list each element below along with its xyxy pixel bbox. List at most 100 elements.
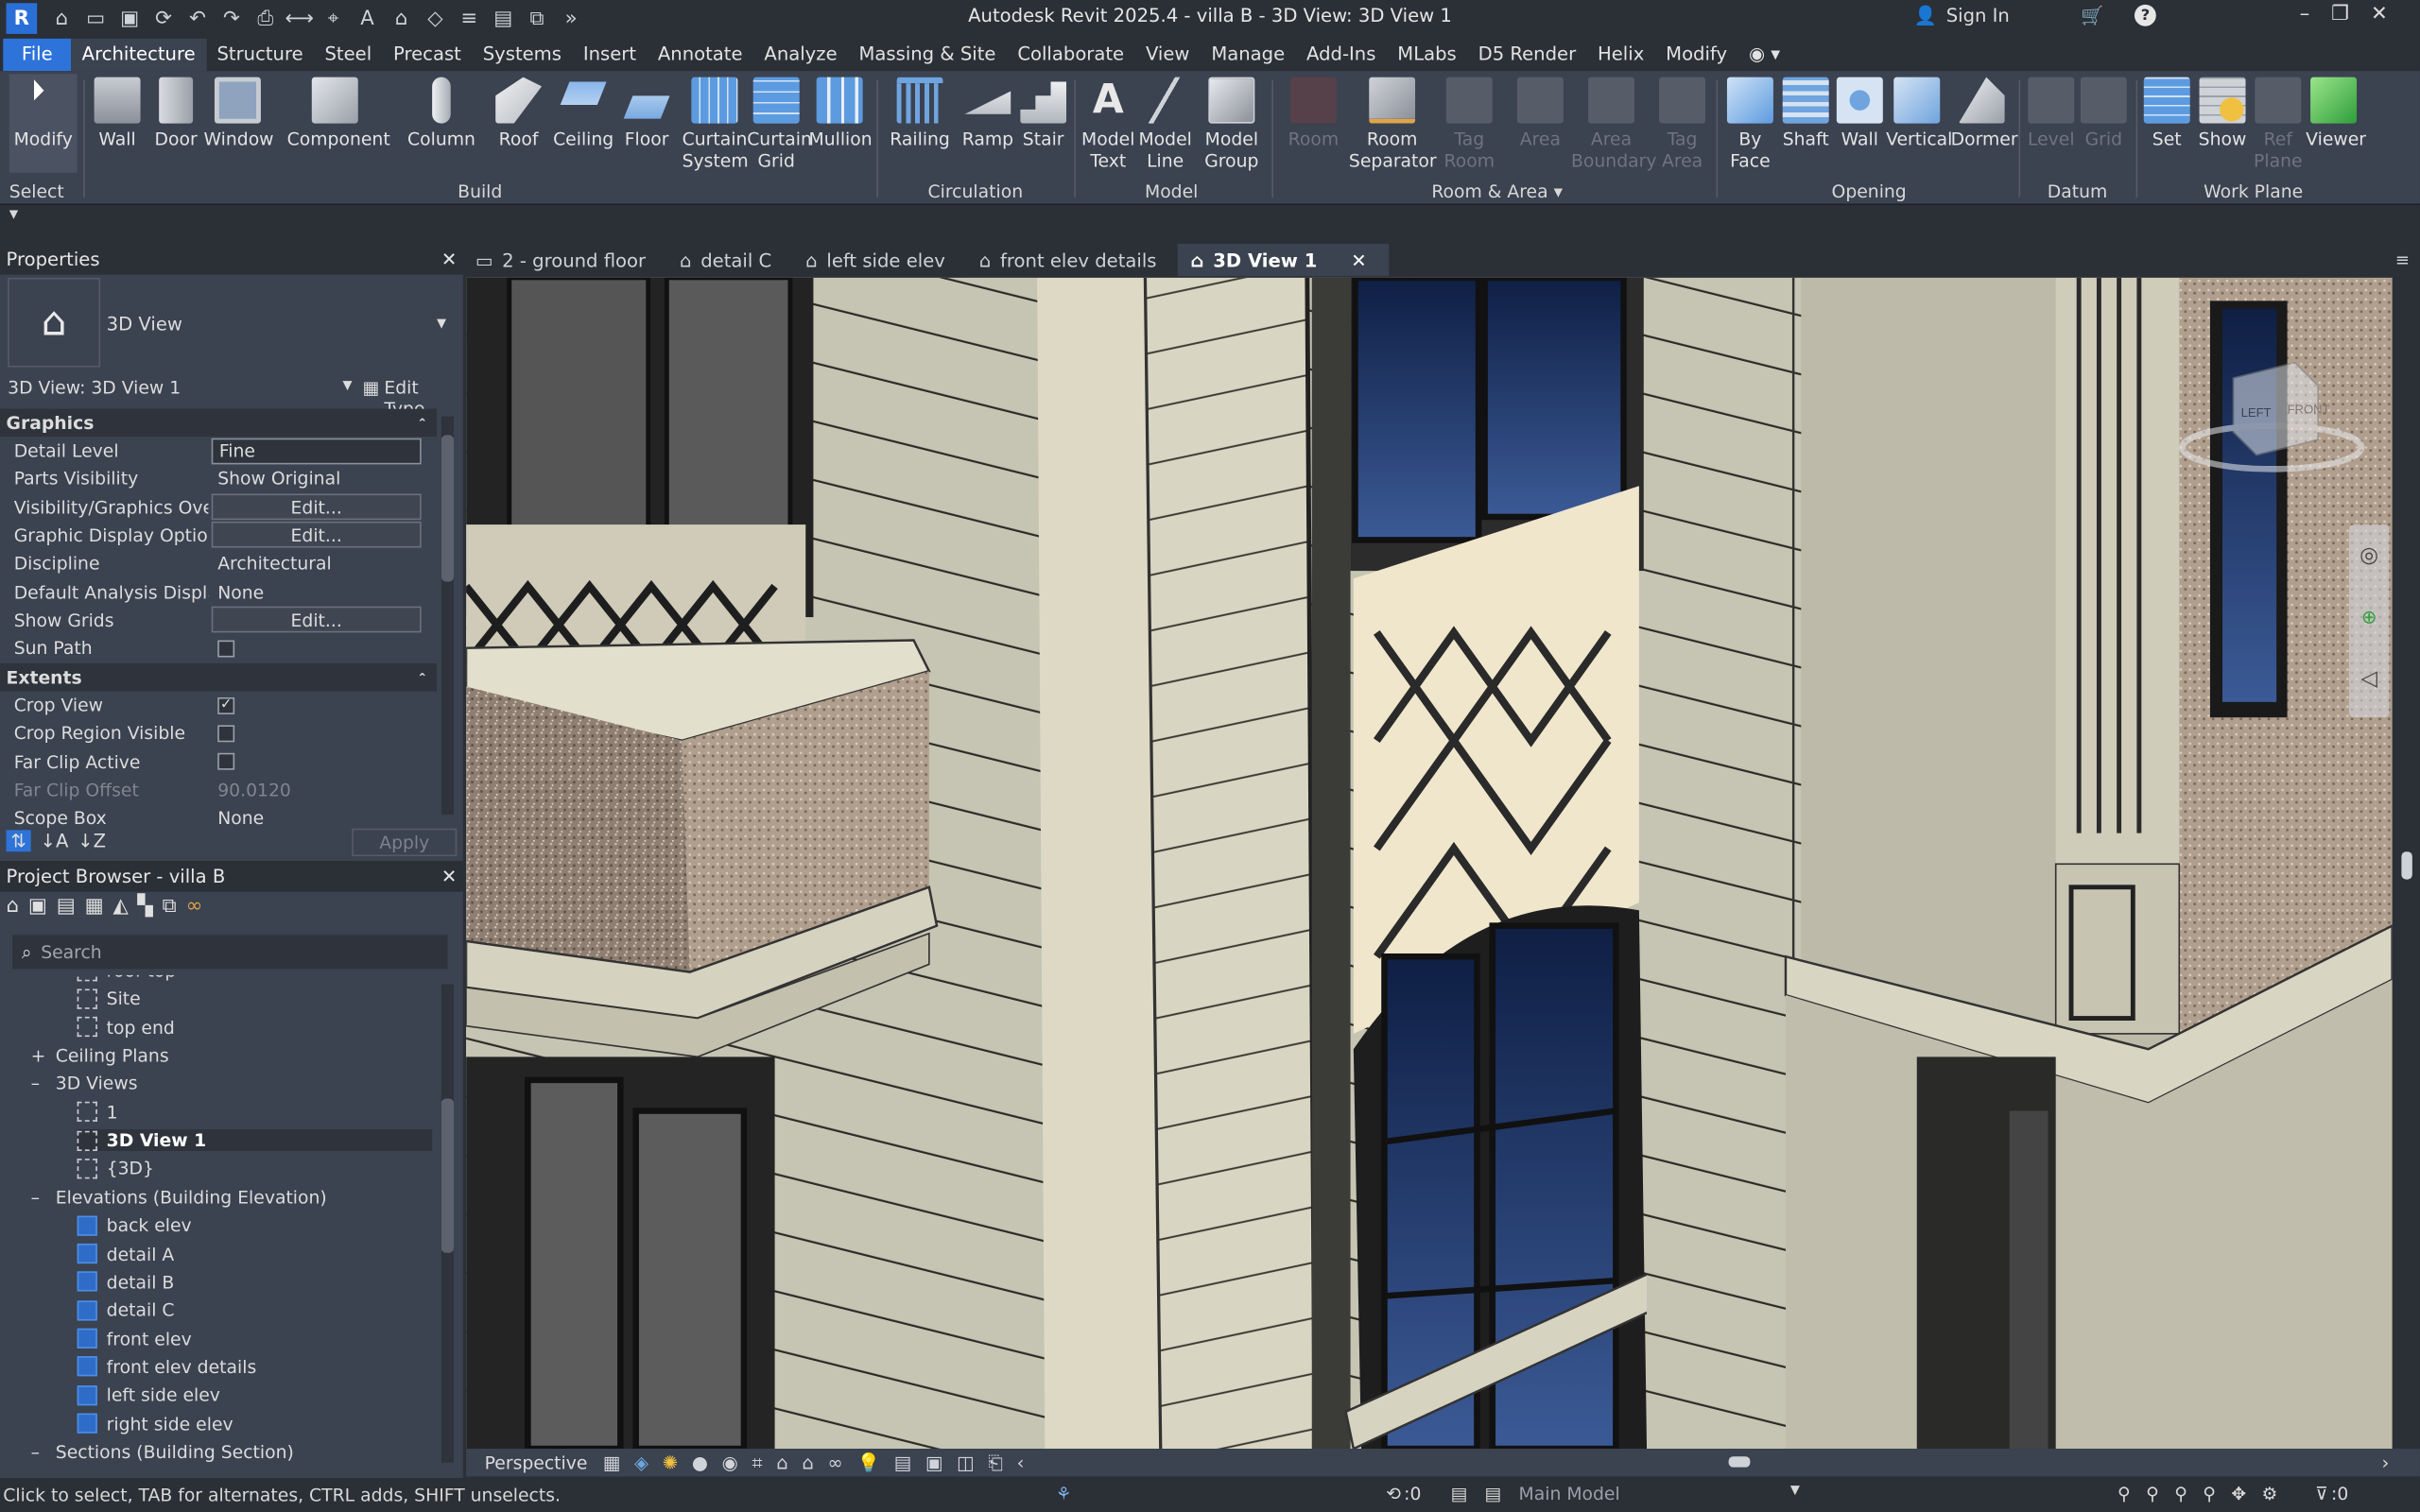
rendering-icon[interactable]: ◉ bbox=[722, 1452, 738, 1474]
home-icon[interactable]: ⌂ bbox=[46, 3, 78, 34]
ribbon-tab-annotate[interactable]: Annotate bbox=[647, 39, 753, 71]
detail-level-icon[interactable]: ▦ bbox=[603, 1452, 621, 1474]
by-face-button[interactable]: By Face bbox=[1722, 77, 1778, 171]
wall-opening-button[interactable]: Wall bbox=[1834, 77, 1887, 149]
component-button[interactable]: Component bbox=[287, 77, 390, 149]
view-tab-front-elev-details[interactable]: ⌂ front elev details bbox=[967, 244, 1179, 276]
scroll-left-icon[interactable]: ‹ bbox=[1017, 1452, 1025, 1474]
collapse-icon[interactable]: – bbox=[31, 1186, 46, 1208]
floor-button[interactable]: Floor bbox=[617, 77, 676, 149]
browser-family-icon[interactable]: ◭ bbox=[112, 895, 128, 918]
area-boundary-button[interactable]: Area Boundary bbox=[1571, 77, 1656, 171]
browser-schedule-icon[interactable]: ▤ bbox=[57, 895, 76, 918]
shadows-icon[interactable]: ● bbox=[692, 1452, 708, 1474]
ribbon-tab-manage[interactable]: Manage bbox=[1201, 39, 1296, 71]
horizontal-scroll-thumb[interactable] bbox=[1728, 1456, 1751, 1468]
browser-link-icon[interactable]: ∞ bbox=[186, 895, 203, 918]
reveal-hidden-icon[interactable]: 💡 bbox=[857, 1452, 880, 1474]
curtain-system-button[interactable]: Curtain System bbox=[683, 77, 749, 171]
close-icon[interactable]: ✕ bbox=[2371, 3, 2388, 26]
browser-node-top-end[interactable]: top end bbox=[77, 1016, 175, 1038]
window-button[interactable]: Window bbox=[204, 77, 274, 149]
ribbon-tab-steel[interactable]: Steel bbox=[314, 39, 383, 71]
show-crop-icon[interactable]: ⌂ bbox=[776, 1452, 787, 1474]
ramp-button[interactable]: Ramp bbox=[960, 77, 1016, 149]
browser-group-icon[interactable]: ▚ bbox=[138, 895, 153, 918]
prop-value[interactable] bbox=[212, 748, 422, 775]
close-hidden-icon[interactable]: ▤ bbox=[488, 3, 519, 34]
browser-search-input[interactable]: ⌕ Search bbox=[12, 935, 448, 970]
browser-node-site[interactable]: Site bbox=[77, 988, 141, 1009]
view-tab-2-ground-floor[interactable]: ▭ 2 - ground floor bbox=[463, 244, 667, 276]
model-line-button[interactable]: Model Line bbox=[1137, 77, 1193, 171]
zoom-region-icon[interactable]: ⊕ bbox=[2349, 586, 2389, 647]
view-tab-detail-c[interactable]: ⌂ detail C bbox=[667, 244, 793, 276]
sun-path-icon[interactable]: ✺ bbox=[663, 1452, 678, 1474]
railing-button[interactable]: Railing bbox=[889, 77, 950, 149]
grid-button[interactable]: Grid bbox=[2078, 77, 2131, 149]
print-icon[interactable]: ⎙ bbox=[250, 3, 281, 34]
3d-viewport[interactable]: LEFT FRONT ◎ ⊕ ◁ bbox=[466, 277, 2393, 1450]
browser-node-1[interactable]: 1 bbox=[77, 1101, 118, 1123]
roof-button[interactable]: Roof bbox=[491, 77, 546, 149]
switch-windows-icon[interactable]: ⧉ bbox=[522, 3, 553, 34]
prop-value[interactable]: 90.0120 bbox=[212, 777, 422, 803]
main-model-label[interactable]: Main Model bbox=[1519, 1483, 1620, 1504]
ribbon-tab-mlabs[interactable]: MLabs bbox=[1387, 39, 1467, 71]
browser-node-front-elev[interactable]: front elev bbox=[77, 1328, 192, 1349]
prop-value[interactable] bbox=[212, 720, 422, 747]
constraints-icon[interactable]: ⎗ bbox=[988, 1452, 1003, 1474]
browser-node-roof-top[interactable]: roof top bbox=[77, 974, 176, 981]
collapse-icon[interactable]: – bbox=[31, 1441, 46, 1463]
lock-3d-icon[interactable]: ⌂ bbox=[802, 1452, 813, 1474]
set-button[interactable]: Set bbox=[2142, 77, 2191, 149]
model-chevron-icon[interactable]: ▼ bbox=[1790, 1483, 1800, 1497]
checkbox[interactable]: ✓ bbox=[217, 696, 235, 714]
background-process-icon[interactable]: ⚙ bbox=[2261, 1483, 2277, 1504]
drag-elements-icon[interactable]: ✥ bbox=[2231, 1483, 2246, 1504]
view-tab-3d-view-1[interactable]: ⌂ 3D View 1 ✕ bbox=[1178, 243, 1389, 277]
room-button[interactable]: Room bbox=[1284, 77, 1342, 149]
ribbon-tab-architecture[interactable]: Architecture bbox=[71, 38, 207, 72]
temp-properties-icon[interactable]: ▤ bbox=[894, 1452, 912, 1474]
undo-icon[interactable]: ↶ bbox=[182, 3, 214, 34]
properties-scrollbar[interactable] bbox=[441, 416, 454, 816]
select-pinned-icon[interactable]: ⚲ bbox=[2174, 1483, 2187, 1504]
redo-icon[interactable]: ↷ bbox=[216, 3, 248, 34]
browser-scrollbar[interactable] bbox=[441, 984, 454, 1463]
ribbon-tab-structure[interactable]: Structure bbox=[206, 39, 314, 71]
prop-value[interactable]: ✓ bbox=[212, 692, 422, 718]
section-graphics[interactable]: Graphics ⌃ bbox=[0, 408, 438, 438]
checkbox[interactable] bbox=[217, 639, 235, 657]
edit-button[interactable]: Edit... bbox=[211, 522, 422, 549]
browser-node-3d-views[interactable]: –3D Views bbox=[31, 1073, 138, 1094]
measure-icon[interactable]: ⟷ bbox=[284, 3, 315, 34]
select-links-icon[interactable]: ⚲ bbox=[2118, 1483, 2131, 1504]
prop-value[interactable]: Show Original bbox=[212, 466, 422, 492]
area-button[interactable]: Area bbox=[1512, 77, 1568, 149]
temp-hide-icon[interactable]: ∞ bbox=[827, 1452, 842, 1474]
section-extents[interactable]: Extents ⌃ bbox=[0, 663, 438, 692]
minimize-icon[interactable]: – bbox=[2300, 3, 2310, 26]
checkbox[interactable] bbox=[217, 725, 235, 742]
modify-button[interactable]: Modify bbox=[9, 74, 78, 173]
sign-in-area[interactable]: 👤 Sign In 🛒 ? bbox=[1913, 4, 2156, 26]
browser-node-3d[interactable]: {3D} bbox=[77, 1158, 154, 1179]
ceiling-button[interactable]: Ceiling bbox=[552, 77, 614, 149]
ribbon-tab-collaborate[interactable]: Collaborate bbox=[1007, 39, 1135, 71]
shaft-button[interactable]: Shaft bbox=[1778, 77, 1834, 149]
tag-icon[interactable]: ⌖ bbox=[318, 3, 349, 34]
edit-button[interactable]: Edit... bbox=[211, 607, 422, 633]
checkbox[interactable] bbox=[217, 752, 235, 770]
expand-icon[interactable]: + bbox=[31, 1044, 46, 1066]
contextual-tab-toggle-icon[interactable]: ◉ ▾ bbox=[1738, 39, 1791, 71]
level-button[interactable]: Level bbox=[2025, 77, 2078, 149]
prop-value[interactable]: None bbox=[212, 578, 422, 605]
worksharing-monitor-icon[interactable]: ⚘ bbox=[1056, 1483, 1072, 1504]
viewer-button[interactable]: Viewer bbox=[2306, 77, 2366, 149]
browser-node-front-elev-details[interactable]: front elev details bbox=[77, 1356, 256, 1378]
browser-node-left-side-elev[interactable]: left side elev bbox=[77, 1384, 220, 1406]
ribbon-tab-helix[interactable]: Helix bbox=[1587, 39, 1655, 71]
prop-value[interactable] bbox=[212, 635, 422, 662]
sort-descending-icon[interactable]: ↓Z bbox=[78, 830, 106, 851]
